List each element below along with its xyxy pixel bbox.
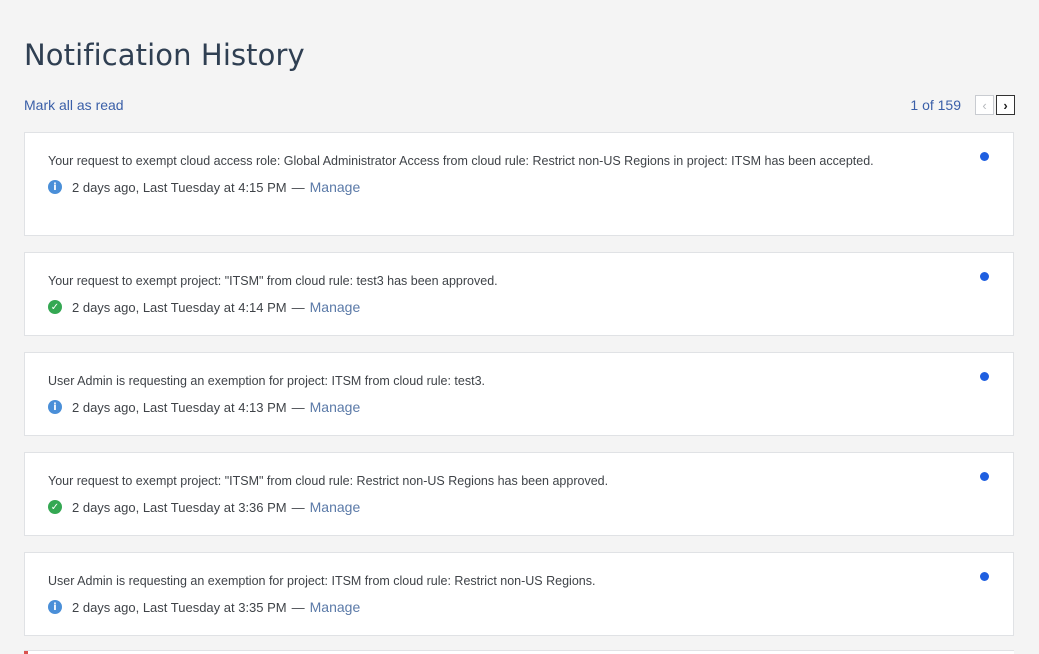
notification-meta: i 2 days ago, Last Tuesday at 3:35 PM — … xyxy=(48,599,883,615)
unread-indicator[interactable] xyxy=(980,152,989,161)
notification-message: Your request to exempt project: "ITSM" f… xyxy=(48,274,498,288)
prev-page-button[interactable]: ‹ xyxy=(975,95,994,115)
notification-item[interactable]: Your request to exempt cloud access role… xyxy=(24,132,1014,236)
notification-message: Your request to exempt cloud access role… xyxy=(48,154,874,168)
notification-time: 2 days ago, Last Tuesday at 4:14 PM xyxy=(72,299,287,315)
notification-time: 2 days ago, Last Tuesday at 3:35 PM xyxy=(72,599,287,615)
notification-meta: ✓ 2 days ago, Last Tuesday at 3:36 PM — … xyxy=(48,499,883,515)
pagination: 1 of 159 ‹ › xyxy=(910,95,1015,115)
meta-separator: — xyxy=(291,599,305,615)
unread-indicator[interactable] xyxy=(980,372,989,381)
notification-message: User Admin is requesting an exemption fo… xyxy=(48,374,485,388)
notification-message: User Admin is requesting an exemption fo… xyxy=(48,574,596,588)
notification-time: 2 days ago, Last Tuesday at 4:15 PM xyxy=(72,179,287,195)
notification-meta: i 2 days ago, Last Tuesday at 4:15 PM — … xyxy=(48,179,883,195)
page-title: Notification History xyxy=(24,38,305,72)
notification-time: 2 days ago, Last Tuesday at 4:13 PM xyxy=(72,399,287,415)
info-icon: i xyxy=(48,180,62,194)
notification-item[interactable]: Your request to exempt project: "ITSM" f… xyxy=(24,452,1014,536)
next-page-button[interactable]: › xyxy=(996,95,1015,115)
manage-link[interactable]: Manage xyxy=(310,299,361,315)
notification-history-page: Notification History Mark all as read 1 … xyxy=(0,0,1039,654)
toolbar: Mark all as read 1 of 159 ‹ › xyxy=(24,95,1015,117)
unread-indicator[interactable] xyxy=(980,472,989,481)
manage-link[interactable]: Manage xyxy=(310,179,361,195)
notification-meta: ✓ 2 days ago, Last Tuesday at 4:14 PM — … xyxy=(48,299,883,315)
manage-link[interactable]: Manage xyxy=(310,399,361,415)
manage-link[interactable]: Manage xyxy=(310,499,361,515)
meta-separator: — xyxy=(291,179,305,195)
check-icon: ✓ xyxy=(48,300,62,314)
check-icon: ✓ xyxy=(48,500,62,514)
mark-all-read-link[interactable]: Mark all as read xyxy=(24,97,124,113)
next-notification-edge xyxy=(24,650,1014,654)
unread-indicator[interactable] xyxy=(980,572,989,581)
meta-separator: — xyxy=(291,499,305,515)
notification-time: 2 days ago, Last Tuesday at 3:36 PM xyxy=(72,499,287,515)
unread-indicator[interactable] xyxy=(980,272,989,281)
notification-message: Your request to exempt project: "ITSM" f… xyxy=(48,474,609,488)
notification-item[interactable]: User Admin is requesting an exemption fo… xyxy=(24,352,1014,436)
notification-meta: i 2 days ago, Last Tuesday at 4:13 PM — … xyxy=(48,399,883,415)
meta-separator: — xyxy=(291,399,305,415)
notification-list: Your request to exempt cloud access role… xyxy=(24,132,1014,652)
info-icon: i xyxy=(48,400,62,414)
notification-item[interactable]: User Admin is requesting an exemption fo… xyxy=(24,552,1014,636)
manage-link[interactable]: Manage xyxy=(310,599,361,615)
meta-separator: — xyxy=(291,299,305,315)
info-icon: i xyxy=(48,600,62,614)
page-counter: 1 of 159 xyxy=(910,97,961,113)
notification-item[interactable]: Your request to exempt project: "ITSM" f… xyxy=(24,252,1014,336)
